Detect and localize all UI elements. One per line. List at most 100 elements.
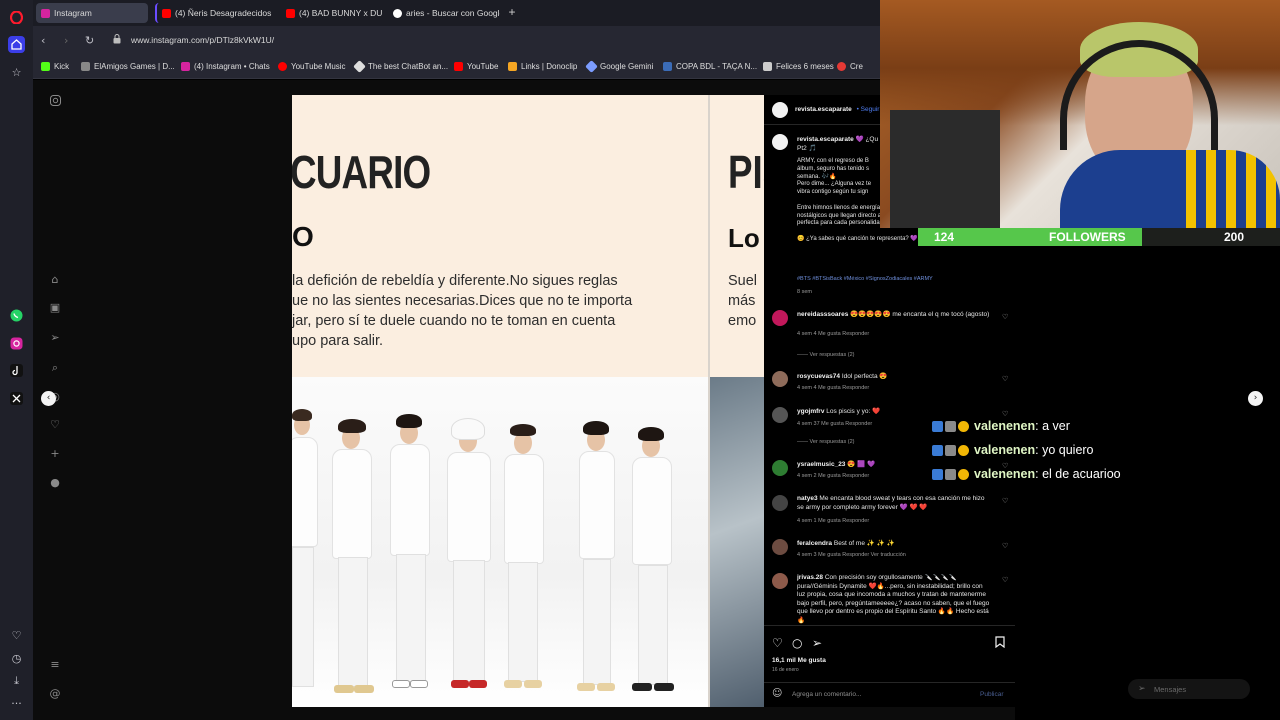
bookmark-copa-bdl[interactable]: COPA BDL - TAÇA N... <box>663 62 757 71</box>
youtube-favicon-icon <box>162 8 171 18</box>
follow-button[interactable]: • Seguir <box>857 106 880 113</box>
bookmark-save-icon[interactable] <box>995 636 1005 651</box>
comment-meta: 4 sem 1 Me gusta Responder <box>797 518 870 524</box>
home-icon[interactable]: ⌂ <box>49 274 61 286</box>
url-field[interactable]: www.instagram.com/p/DTlz8kVkW1U/ <box>131 35 274 45</box>
copa-icon <box>663 62 672 71</box>
likes-count[interactable]: 16,1 mil Me gusta <box>772 657 826 664</box>
caption-hashtags[interactable]: #BTS #BTSisBack #México #SignosZodiacale… <box>797 276 933 282</box>
threads-icon[interactable]: @ <box>49 688 61 700</box>
chat-username: valenenen <box>974 443 1036 457</box>
like-heart-icon[interactable]: ♡ <box>1002 576 1008 584</box>
bookmark-elamigos[interactable]: ElAmigos Games | D... <box>81 62 175 71</box>
gemini-icon <box>585 60 598 73</box>
sign-description: Suel más emo <box>728 273 758 329</box>
share-send-icon[interactable]: ➢ <box>812 636 822 650</box>
avatar[interactable] <box>772 102 788 118</box>
sign-subtitle: Lo <box>728 223 760 253</box>
publish-button[interactable]: Publicar <box>980 691 1003 698</box>
comment-text: nereidasssoares 😍😍😍😍😍 me encanta el q me… <box>797 311 990 318</box>
reload-icon[interactable]: ↻ <box>85 34 94 47</box>
more-icon[interactable]: ··· <box>8 695 25 712</box>
view-replies[interactable]: —— Ver respuestas (2) <box>797 439 854 445</box>
carousel-next-arrow-icon[interactable]: › <box>1248 391 1263 406</box>
instagram-icon[interactable] <box>8 335 25 352</box>
download-icon[interactable]: ⤓ <box>8 672 25 689</box>
like-heart-icon[interactable]: ♡ <box>772 636 783 650</box>
history-icon[interactable]: ◷ <box>8 650 25 667</box>
bookmark-label: Kick <box>54 62 70 71</box>
avatar[interactable] <box>772 495 788 511</box>
home-icon[interactable] <box>8 36 25 53</box>
bookmark-youtube[interactable]: YouTube <box>454 62 498 71</box>
avatar[interactable] <box>772 371 788 387</box>
caption-username[interactable]: revista.escaparate <box>797 136 854 143</box>
chat-message: valenenen: el de acuarioo <box>932 467 1121 481</box>
carousel-prev-arrow-icon[interactable]: ‹ <box>41 391 56 406</box>
chat-text: : a ver <box>1035 419 1070 433</box>
avatar[interactable] <box>772 539 788 555</box>
bookmark-donoclip[interactable]: Links | Donoclip <box>508 62 577 71</box>
heart-icon[interactable]: ♡ <box>49 419 61 431</box>
tab-label: Instagram <box>54 8 92 18</box>
chat-message: valenenen: a ver <box>932 419 1070 433</box>
avatar[interactable] <box>772 134 788 150</box>
view-replies[interactable]: —— Ver respuestas (2) <box>797 352 854 358</box>
add-comment-input[interactable]: Agrega un comentario... <box>792 691 861 698</box>
comment-text: rosycuevas74 Idol perfecta 😍 <box>797 373 888 380</box>
search-icon[interactable]: ⌕ <box>49 362 61 374</box>
create-icon[interactable]: + <box>49 448 61 460</box>
whatsapp-icon[interactable] <box>8 307 25 324</box>
back-arrow-icon[interactable]: ‹ <box>41 34 45 47</box>
bookmark-label: (4) Instagram • Chats <box>194 62 270 71</box>
bookmark-label: YouTube Music <box>291 62 346 71</box>
bookmark-label: Google Gemini <box>600 62 654 71</box>
like-heart-icon[interactable]: ♡ <box>1002 313 1008 321</box>
heart-icon[interactable]: ♡ <box>8 627 25 644</box>
bookmark-label: COPA BDL - TAÇA N... <box>676 62 758 71</box>
messages-button[interactable]: ➢ Mensajes <box>1128 679 1250 699</box>
tiktok-icon[interactable] <box>8 362 25 379</box>
avatar[interactable] <box>772 573 788 589</box>
youtube-music-icon <box>278 62 287 71</box>
avatar[interactable] <box>772 460 788 476</box>
star-icon[interactable]: ☆ <box>8 64 25 81</box>
like-heart-icon[interactable]: ♡ <box>1002 375 1008 383</box>
avatar[interactable] <box>772 310 788 326</box>
bookmark-kick[interactable]: Kick <box>41 62 69 71</box>
tab-video-2[interactable]: (4) BAD BUNNY x DUK <box>281 3 383 23</box>
post-carousel[interactable]: CUARIO O la defición de rebeldía y difer… <box>292 95 764 707</box>
comment-icon[interactable]: ○ <box>792 636 802 650</box>
bookmark-label: ElAmigos Games | D... <box>94 62 175 71</box>
bookmark-chatbot[interactable]: The best ChatBot an... <box>353 60 448 73</box>
bookmark-instagram-chats[interactable]: (4) Instagram • Chats <box>181 62 270 71</box>
tab-instagram[interactable]: Instagram <box>36 3 148 23</box>
bookmark-felices[interactable]: Felices 6 meses <box>763 62 834 71</box>
like-heart-icon[interactable]: ♡ <box>1002 410 1008 418</box>
like-heart-icon[interactable]: ♡ <box>1002 542 1008 550</box>
badge-icon <box>945 468 956 480</box>
kick-icon <box>41 62 50 71</box>
bookmark-youtube-music[interactable]: YouTube Music <box>278 62 346 71</box>
message-send-icon: ➢ <box>1138 684 1146 694</box>
x-icon[interactable] <box>8 390 25 407</box>
bookmark-cre[interactable]: Cre <box>837 62 863 71</box>
comment-text: natye3 Me encanta blood sweat y tears co… <box>797 495 985 511</box>
bookmark-gemini[interactable]: Google Gemini <box>585 60 654 73</box>
author-username[interactable]: revista.escaparate <box>795 106 852 113</box>
forward-arrow-icon[interactable]: › <box>64 34 68 47</box>
like-heart-icon[interactable]: ♡ <box>1002 497 1008 505</box>
profile-icon[interactable]: ● <box>49 477 61 489</box>
send-icon[interactable]: ➢ <box>49 332 61 344</box>
tab-google-search[interactable]: aries - Buscar con Google <box>388 3 500 23</box>
reels-icon[interactable]: ▣ <box>49 302 61 314</box>
avatar[interactable] <box>772 407 788 423</box>
donoclip-icon <box>508 62 517 71</box>
opera-logo-icon[interactable] <box>8 9 25 26</box>
slide-text-area: PIS Lo Suel más emo <box>710 95 764 377</box>
emoji-icon[interactable]: ☺ <box>772 688 782 699</box>
menu-icon[interactable]: ≡ <box>49 659 61 671</box>
new-tab-plus-icon[interactable]: + <box>506 6 518 18</box>
tab-video-1[interactable]: (4) Ñeris Desagradecidos <box>155 3 273 23</box>
instagram-logo-icon[interactable] <box>49 95 61 107</box>
